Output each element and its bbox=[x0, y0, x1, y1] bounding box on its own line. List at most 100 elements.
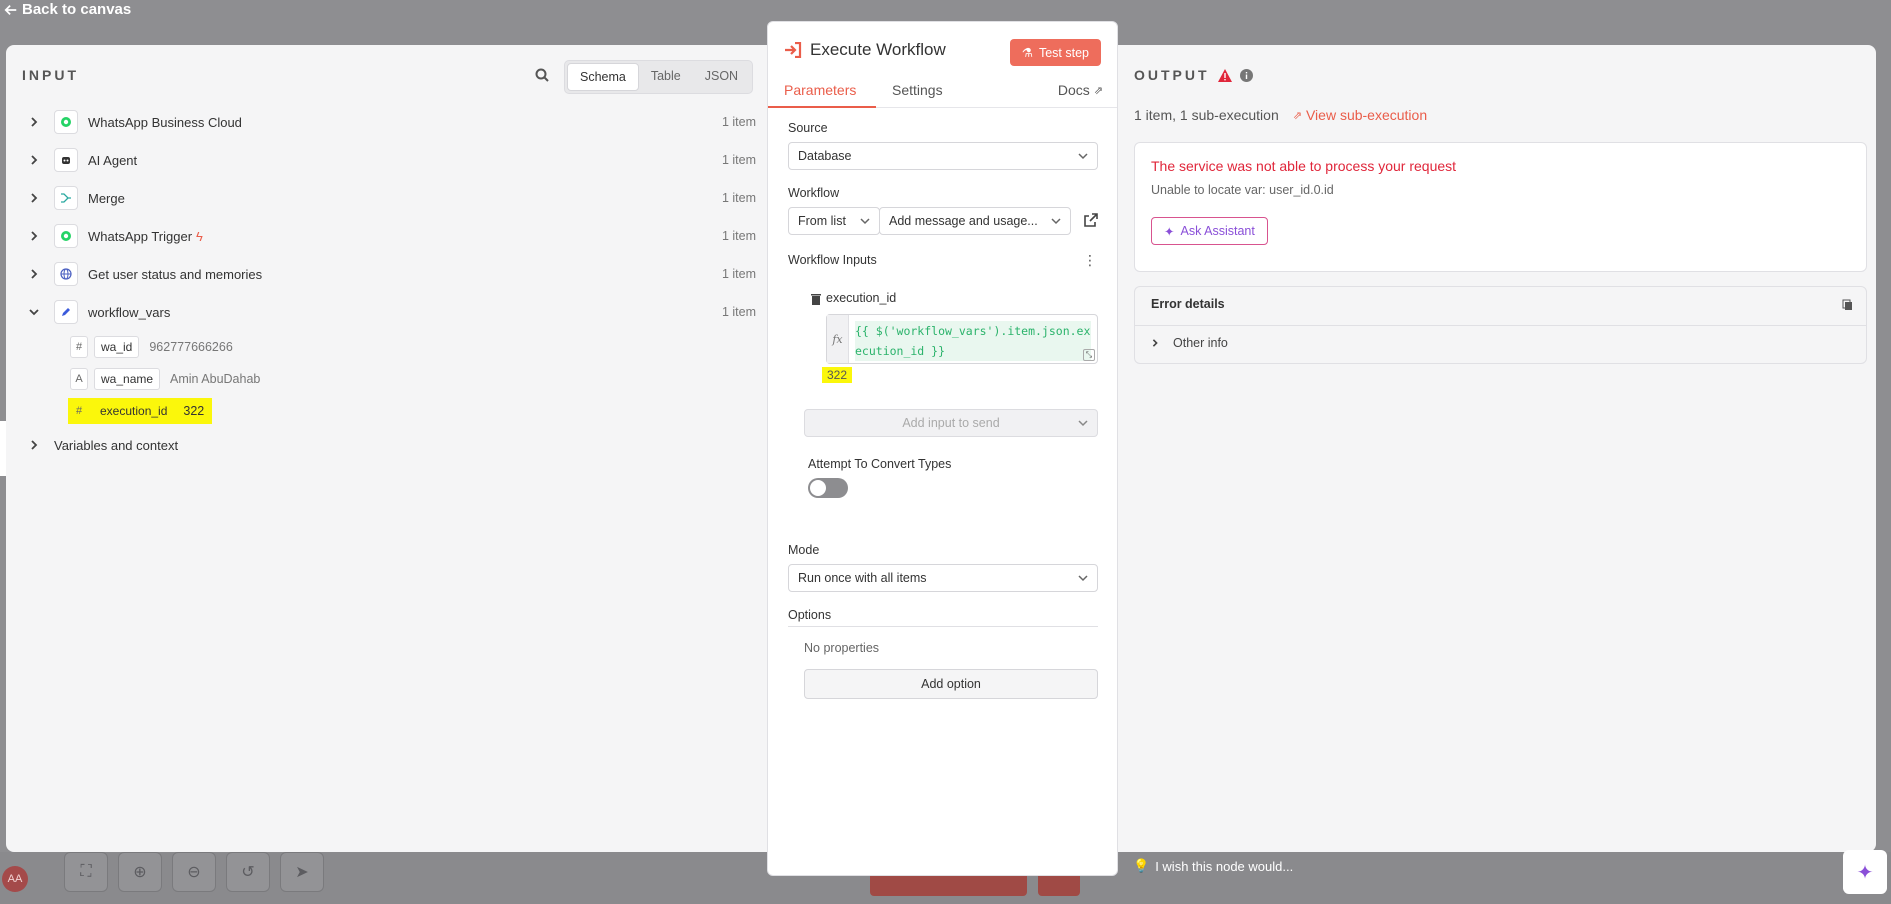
expression-editor[interactable]: fx {{ $('workflow_vars').item.json.execu… bbox=[826, 314, 1098, 364]
node-item-count: 1 item bbox=[721, 115, 756, 129]
search-icon[interactable] bbox=[534, 67, 550, 83]
expression-text[interactable]: {{ $('workflow_vars').item.json.executio… bbox=[855, 321, 1091, 361]
field-name[interactable]: wa_name bbox=[94, 368, 161, 390]
error-box: The service was not able to process your… bbox=[1134, 142, 1867, 272]
arrow-left-icon bbox=[4, 4, 17, 15]
fx-icon: fx bbox=[827, 315, 849, 363]
source-label: Source bbox=[788, 121, 828, 135]
ask-assistant-button[interactable]: ✦ Ask Assistant bbox=[1151, 217, 1268, 245]
fit-view-button[interactable]: ⛶ bbox=[64, 852, 108, 892]
node-label: Merge bbox=[88, 190, 125, 206]
copy-icon[interactable] bbox=[1842, 299, 1854, 311]
ask-assistant-label: Ask Assistant bbox=[1180, 224, 1255, 238]
divider bbox=[788, 626, 1098, 627]
expand-icon[interactable]: ⤡ bbox=[1083, 349, 1095, 361]
whatsapp-icon bbox=[54, 110, 78, 134]
schema-node-row[interactable]: WhatsApp Trigger ϟ 1 item bbox=[26, 221, 756, 251]
test-step-button[interactable]: ⚗ Test step bbox=[1009, 39, 1101, 66]
cursor-button[interactable]: ➤ bbox=[280, 852, 324, 892]
schema-field-row[interactable]: A wa_name Amin AbuDahab bbox=[70, 366, 260, 392]
schema-node-row[interactable]: workflow_vars 1 item bbox=[26, 297, 756, 327]
field-name[interactable]: execution_id bbox=[94, 401, 174, 421]
number-type-icon: # bbox=[70, 400, 88, 422]
tab-schema[interactable]: Schema bbox=[567, 63, 639, 91]
info-icon[interactable] bbox=[1239, 68, 1253, 82]
schema-field-row[interactable]: # execution_id 322 bbox=[68, 398, 213, 424]
parameter-tabs: Parameters Settings Docs ⇗ bbox=[768, 78, 1117, 108]
sparkle-icon: ✦ bbox=[1856, 861, 1874, 884]
sparkle-icon: ✦ bbox=[1164, 224, 1175, 239]
other-info-label: Other info bbox=[1173, 336, 1228, 350]
source-value: Database bbox=[798, 149, 852, 163]
workflow-mode-select[interactable]: From list bbox=[788, 207, 880, 235]
chevron-right-icon bbox=[26, 228, 42, 244]
variables-label: Variables and context bbox=[54, 437, 179, 453]
add-input-select[interactable]: Add input to send bbox=[804, 409, 1098, 437]
mode-label: Mode bbox=[788, 543, 820, 557]
view-sub-execution-link[interactable]: ⇗ View sub-execution bbox=[1293, 107, 1427, 123]
view-sub-execution-label: View sub-execution bbox=[1305, 107, 1428, 123]
workflow-inputs-label: Workflow Inputs bbox=[788, 253, 877, 267]
zoom-in-button[interactable]: ⊕ bbox=[118, 852, 162, 892]
error-details-title: Error details bbox=[1151, 297, 1225, 311]
tab-table[interactable]: Table bbox=[639, 63, 693, 91]
zoom-out-button[interactable]: ⊖ bbox=[172, 852, 216, 892]
tab-settings[interactable]: Settings bbox=[892, 82, 943, 98]
docs-label: Docs bbox=[1057, 82, 1090, 98]
schema-node-row[interactable]: Merge 1 item bbox=[26, 183, 756, 213]
add-option-button[interactable]: Add option bbox=[804, 669, 1098, 699]
chevron-down-icon bbox=[1078, 575, 1088, 582]
string-type-icon: A bbox=[70, 368, 88, 390]
schema-field-row[interactable]: # wa_id 962777666266 bbox=[70, 334, 233, 360]
chevron-down-icon bbox=[1078, 153, 1088, 160]
schema-node-row[interactable]: Get user status and memories 1 item bbox=[26, 259, 756, 289]
canvas-toolbar: ⛶ ⊕ ⊖ ↺ ➤ bbox=[64, 852, 324, 892]
add-input-placeholder: Add input to send bbox=[902, 416, 1000, 430]
convert-types-toggle[interactable] bbox=[808, 478, 848, 498]
input-panel: INPUT Schema Table JSON WhatsApp Busines… bbox=[6, 45, 768, 852]
field-value: Amin AbuDahab bbox=[170, 372, 261, 386]
chevron-right-icon bbox=[26, 266, 42, 282]
external-link-icon: ⇗ bbox=[1292, 109, 1302, 122]
robot-icon bbox=[54, 148, 78, 172]
chevron-down-icon bbox=[1078, 420, 1088, 427]
pencil-icon bbox=[54, 300, 78, 324]
feedback-link[interactable]: 💡 I wish this node would... bbox=[1133, 858, 1293, 874]
docs-link[interactable]: Docs ⇗ bbox=[1058, 82, 1103, 98]
tab-parameters[interactable]: Parameters bbox=[784, 82, 856, 98]
node-title-text: Execute Workflow bbox=[810, 40, 946, 59]
number-type-icon: # bbox=[70, 336, 88, 358]
mode-select[interactable]: Run once with all items bbox=[788, 564, 1098, 592]
avatar[interactable]: AA bbox=[2, 866, 28, 892]
parameters-panel: Execute Workflow ⚗ Test step Parameters … bbox=[767, 21, 1118, 876]
back-to-canvas-link[interactable]: Back to canvas bbox=[4, 1, 131, 18]
test-step-label: Test step bbox=[1038, 45, 1089, 60]
chevron-right-icon bbox=[26, 437, 42, 453]
node-label: Get user status and memories bbox=[88, 266, 263, 282]
schema-node-row[interactable]: WhatsApp Business Cloud 1 item bbox=[26, 107, 756, 137]
more-options-icon[interactable]: ⋮ bbox=[1083, 252, 1097, 269]
chevron-down-icon bbox=[1051, 218, 1061, 225]
node-label: WhatsApp Business Cloud bbox=[88, 114, 242, 130]
reset-button[interactable]: ↺ bbox=[226, 852, 270, 892]
external-link-icon: ⇗ bbox=[1093, 84, 1103, 97]
node-label: workflow_vars bbox=[88, 304, 171, 320]
no-properties-text: No properties bbox=[804, 641, 880, 655]
flask-icon: ⚗ bbox=[1021, 46, 1033, 60]
other-info-row[interactable]: Other info bbox=[1151, 336, 1228, 350]
whatsapp-icon bbox=[54, 224, 78, 248]
trash-icon[interactable] bbox=[810, 293, 822, 305]
feedback-label: I wish this node would... bbox=[1155, 858, 1294, 874]
field-value: 322 bbox=[183, 404, 205, 418]
variables-context-row[interactable]: Variables and context bbox=[26, 430, 756, 460]
ai-assistant-button[interactable]: ✦ bbox=[1843, 850, 1887, 894]
field-name[interactable]: wa_id bbox=[94, 336, 140, 358]
workflow-select[interactable]: Add message and usage... bbox=[879, 207, 1071, 235]
schema-node-row[interactable]: AI Agent 1 item bbox=[26, 145, 756, 175]
output-count: 1 item, 1 sub-execution bbox=[1134, 107, 1279, 123]
source-select[interactable]: Database bbox=[788, 142, 1098, 170]
output-title: OUTPUT bbox=[1134, 67, 1210, 83]
open-workflow-icon[interactable] bbox=[1083, 212, 1099, 228]
chevron-right-icon bbox=[1152, 339, 1158, 347]
tab-json[interactable]: JSON bbox=[693, 63, 750, 91]
